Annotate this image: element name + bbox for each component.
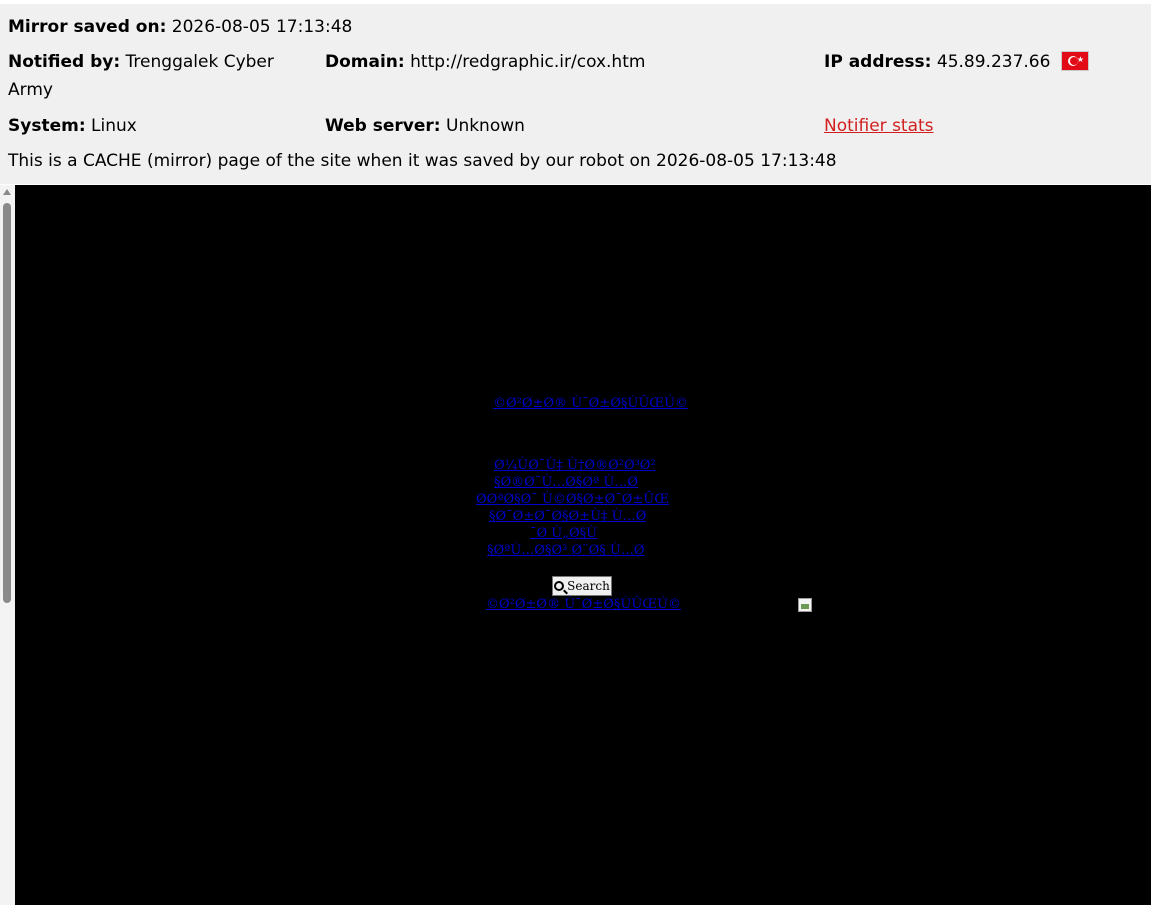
ip-address-label: IP address: <box>824 52 932 72</box>
web-server-value: Unknown <box>446 116 525 136</box>
cache-notice: This is a CACHE (mirror) page of the sit… <box>8 151 837 171</box>
turkey-flag-icon: ★ <box>1061 52 1088 70</box>
mirror-info-header: Mirror saved on: 2026-08-05 17:13:48 Not… <box>0 4 1151 184</box>
search-button-label: Search <box>567 579 610 593</box>
web-server-label: Web server: <box>325 116 441 136</box>
frame-scrollbar[interactable] <box>0 185 15 905</box>
ip-address-value: 45.89.237.66 <box>936 52 1051 72</box>
domain-label: Domain: <box>325 52 405 72</box>
top-link[interactable]: ©Ø²Ø±Ø® Ù¯Ø±Ø§ÙÛŒÚ© <box>493 396 688 411</box>
mirror-saved-value: 2026-08-05 17:13:48 <box>171 17 353 37</box>
nav-link[interactable]: ¯Ø Ù„Ø§Ù <box>530 526 597 541</box>
scroll-up-arrow-icon[interactable] <box>3 189 11 195</box>
bottom-link[interactable]: ©Ø²Ø±Ø® Ù¯Ø±Ø§ÙÛŒÚ© <box>486 597 681 612</box>
system-value: Linux <box>91 116 137 136</box>
domain-row: Domain: http://redgraphic.ir/cox.htm <box>325 48 645 76</box>
domain-value: http://redgraphic.ir/cox.htm <box>410 52 646 72</box>
search-icon <box>554 581 565 591</box>
notified-by-value: Trenggalek Cyber <box>125 52 274 72</box>
notified-by-label: Notified by: <box>8 52 121 72</box>
mirrored-page-content: ©Ø²Ø±Ø® Ù¯Ø±Ø§ÙÛŒÚ© Ø¼ÙØ¯Ù‡ Ù†Ø®Ø²Ø³Ø² §… <box>15 185 1151 905</box>
ip-address-row: IP address: 45.89.237.66 ★ <box>824 48 1088 76</box>
mirror-saved-label: Mirror saved on: <box>8 17 167 37</box>
nav-link[interactable]: ØØªØ§Ø¯ Ù©Ø§Ø±Ø¯Ø±ÛŒ <box>476 492 669 507</box>
web-server-row: Web server: Unknown <box>325 112 525 140</box>
system-row: System: Linux <box>8 112 137 140</box>
scroll-thumb[interactable] <box>3 203 11 603</box>
mirror-saved-row: Mirror saved on: 2026-08-05 17:13:48 <box>8 13 352 41</box>
notified-by-row: Notified by: Trenggalek Cyber <box>8 48 274 76</box>
nav-link[interactable]: §Ø¯Ø±Ø¯Ø§Ø±Ù‡ Ù…Ø <box>489 509 646 524</box>
system-label: System: <box>8 116 86 136</box>
notifier-stats-row: Notifier stats <box>824 112 934 140</box>
mirror-frame: ©Ø²Ø±Ø® Ù¯Ø±Ø§ÙÛŒÚ© Ø¼ÙØ¯Ù‡ Ù†Ø®Ø²Ø³Ø² §… <box>0 185 1151 905</box>
nav-link[interactable]: §ØªÙ…Ø§Ø³ Ø¨Ø§ Ù…Ø <box>487 543 645 558</box>
broken-image-icon <box>798 598 812 612</box>
nav-link[interactable]: Ø¼ÙØ¯Ù‡ Ù†Ø®Ø²Ø³Ø² <box>494 458 656 473</box>
search-button[interactable]: Search <box>552 576 612 596</box>
nav-link[interactable]: §Ø®Ø¯Ù…Ø§Øª Ù…Ø <box>494 475 638 490</box>
notified-by-value-continued: Army <box>8 80 53 100</box>
notifier-stats-link[interactable]: Notifier stats <box>824 116 934 136</box>
